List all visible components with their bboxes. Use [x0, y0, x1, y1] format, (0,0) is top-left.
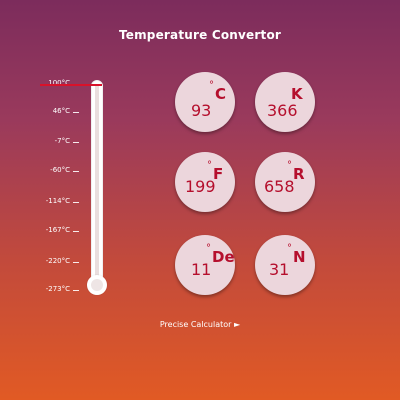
thermometer-fill [95, 84, 99, 279]
tick-label: -7°C [54, 137, 70, 145]
degree-symbol: ° [206, 243, 211, 254]
unit-value-celsius: 93 [191, 101, 212, 120]
degree-symbol: ° [287, 243, 292, 254]
tick-label: -167°C [45, 226, 70, 234]
temperature-marker[interactable] [40, 84, 102, 86]
page-title: Temperature Convertor [118, 28, 282, 42]
tick-label: 46°C [52, 107, 70, 115]
celsius-card[interactable]: ° C 93 [175, 72, 235, 132]
tick-label: -220°C [45, 257, 70, 265]
precise-calculator-link[interactable]: Precise Calculator ► [160, 320, 240, 329]
unit-symbol-celsius: C [215, 85, 227, 103]
degree-symbol: ° [209, 80, 214, 91]
tick-line [73, 202, 79, 203]
thermometer-bulb-inner [91, 279, 103, 291]
unit-value-rankine: 658 [264, 177, 295, 196]
fahrenheit-card[interactable]: ° F 199 [175, 152, 235, 212]
unit-value-kelvin: 366 [267, 101, 298, 120]
kelvin-card[interactable]: K 366 [255, 72, 315, 132]
unit-symbol-newton: N [293, 248, 306, 266]
tick-label: -114°C [45, 197, 70, 205]
tick-line [73, 171, 79, 172]
unit-symbol-rankine: R [293, 165, 305, 183]
tick-label: -273°C [45, 285, 70, 293]
unit-value-newton: 31 [269, 260, 290, 279]
rankine-card[interactable]: ° R 658 [255, 152, 315, 212]
degree-symbol: ° [287, 160, 292, 171]
tick-line [73, 290, 79, 291]
tick-label: -60°C [50, 166, 70, 174]
tick-line [73, 262, 79, 263]
tick-line [73, 231, 79, 232]
degree-symbol: ° [207, 160, 212, 171]
precise-calculator-container: Precise Calculator ► [0, 320, 400, 329]
unit-symbol-delisle: De [212, 248, 235, 266]
unit-value-delisle: 11 [191, 260, 212, 279]
unit-value-fahrenheit: 199 [185, 177, 216, 196]
delisle-card[interactable]: ° De 11 [175, 235, 235, 295]
tick-line [73, 142, 79, 143]
newton-card[interactable]: ° N 31 [255, 235, 315, 295]
tick-line [73, 112, 79, 113]
